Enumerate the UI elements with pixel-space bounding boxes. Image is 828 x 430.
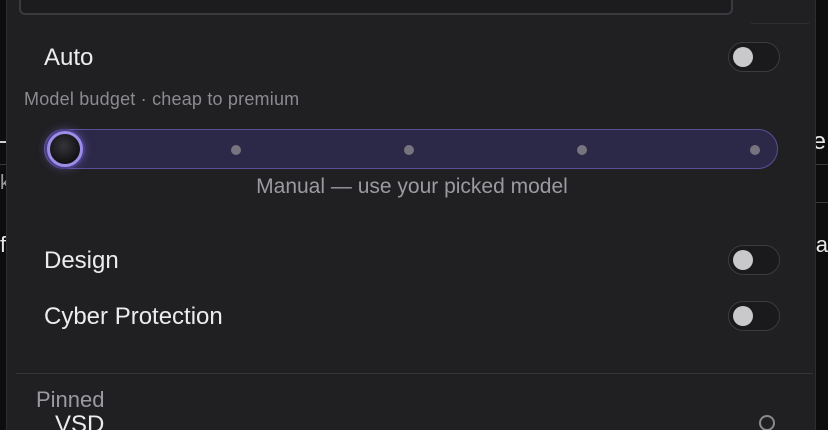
section-divider (16, 373, 813, 374)
design-toggle[interactable] (728, 245, 780, 275)
pinned-section-heading: Pinned (36, 387, 105, 412)
model-budget-slider[interactable] (44, 129, 778, 169)
slider-caption: Manual — use your picked model (256, 175, 568, 198)
search-input[interactable] (19, 0, 733, 15)
slider-step-dot[interactable] (750, 145, 760, 155)
cyber-protection-label: Cyber Protection (44, 303, 223, 330)
toggle-knob (733, 250, 753, 270)
cyber-protection-toggle[interactable] (728, 301, 780, 331)
background-divider (816, 202, 828, 203)
pinned-item-status-icon[interactable] (759, 415, 775, 430)
auto-toggle[interactable] (728, 42, 780, 72)
toggle-knob (733, 306, 753, 326)
model-budget-label: Model budget · cheap to premium (24, 89, 300, 109)
divider (751, 23, 809, 24)
design-label: Design (44, 247, 119, 274)
model-settings-popover: ⌄ Auto Model budget · cheap to premium M… (6, 0, 816, 430)
app-stage: k f e sa ⌄ Auto Model budget · cheap to … (0, 0, 828, 430)
input-action-icon[interactable]: ⌄ (757, 0, 767, 2)
auto-label: Auto (44, 44, 94, 71)
toggle-knob (733, 47, 753, 67)
pinned-item-label[interactable]: VSD (55, 411, 104, 430)
slider-thumb[interactable] (47, 131, 83, 167)
background-divider (816, 164, 828, 165)
slider-step-dot[interactable] (231, 145, 241, 155)
slider-step-dot[interactable] (404, 145, 414, 155)
slider-step-dot[interactable] (577, 145, 587, 155)
